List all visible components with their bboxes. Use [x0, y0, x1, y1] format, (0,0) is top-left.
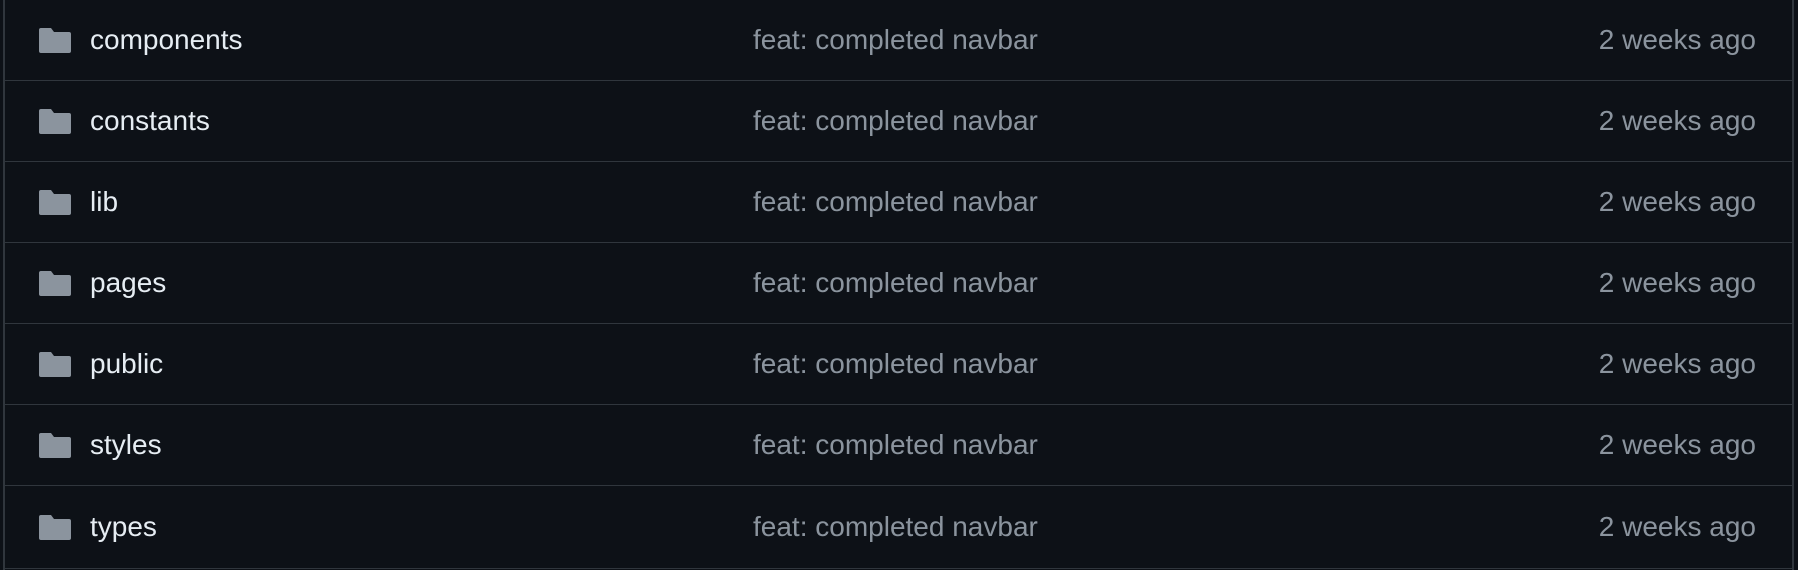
commit-age: 2 weeks ago	[1598, 105, 1756, 136]
commit-age: 2 weeks ago	[1598, 348, 1756, 379]
file-row[interactable]: lib feat: completed navbar 2 weeks ago	[5, 162, 1792, 243]
commit-age: 2 weeks ago	[1598, 24, 1756, 55]
file-row[interactable]: styles feat: completed navbar 2 weeks ag…	[5, 405, 1792, 486]
file-row[interactable]: public feat: completed navbar 2 weeks ag…	[5, 324, 1792, 405]
folder-icon	[39, 190, 71, 215]
file-row[interactable]: pages feat: completed navbar 2 weeks ago	[5, 243, 1792, 324]
commit-message-link[interactable]: feat: completed navbar	[753, 429, 1038, 461]
folder-icon	[39, 352, 71, 377]
commit-message-link[interactable]: feat: completed navbar	[753, 105, 1038, 137]
folder-icon	[39, 28, 71, 53]
file-name-link[interactable]: public	[90, 348, 163, 380]
folder-icon	[39, 271, 71, 296]
commit-age: 2 weeks ago	[1598, 511, 1756, 542]
file-row[interactable]: components feat: completed navbar 2 week…	[5, 0, 1792, 81]
folder-icon	[39, 109, 71, 134]
commit-message-link[interactable]: feat: completed navbar	[753, 511, 1038, 543]
commit-message-link[interactable]: feat: completed navbar	[753, 348, 1038, 380]
commit-age: 2 weeks ago	[1598, 186, 1756, 217]
file-list: components feat: completed navbar 2 week…	[3, 0, 1794, 570]
commit-age: 2 weeks ago	[1598, 429, 1756, 460]
file-name-link[interactable]: components	[90, 24, 243, 56]
commit-message-link[interactable]: feat: completed navbar	[753, 186, 1038, 218]
commit-age: 2 weeks ago	[1598, 267, 1756, 298]
file-name-link[interactable]: lib	[90, 186, 118, 218]
file-name-link[interactable]: constants	[90, 105, 210, 137]
folder-icon	[39, 515, 71, 540]
commit-message-link[interactable]: feat: completed navbar	[753, 24, 1038, 56]
file-name-link[interactable]: styles	[90, 429, 162, 461]
file-row[interactable]: types feat: completed navbar 2 weeks ago	[5, 486, 1792, 569]
file-row[interactable]: constants feat: completed navbar 2 weeks…	[5, 81, 1792, 162]
file-name-link[interactable]: types	[90, 511, 157, 543]
folder-icon	[39, 433, 71, 458]
file-name-link[interactable]: pages	[90, 267, 166, 299]
commit-message-link[interactable]: feat: completed navbar	[753, 267, 1038, 299]
